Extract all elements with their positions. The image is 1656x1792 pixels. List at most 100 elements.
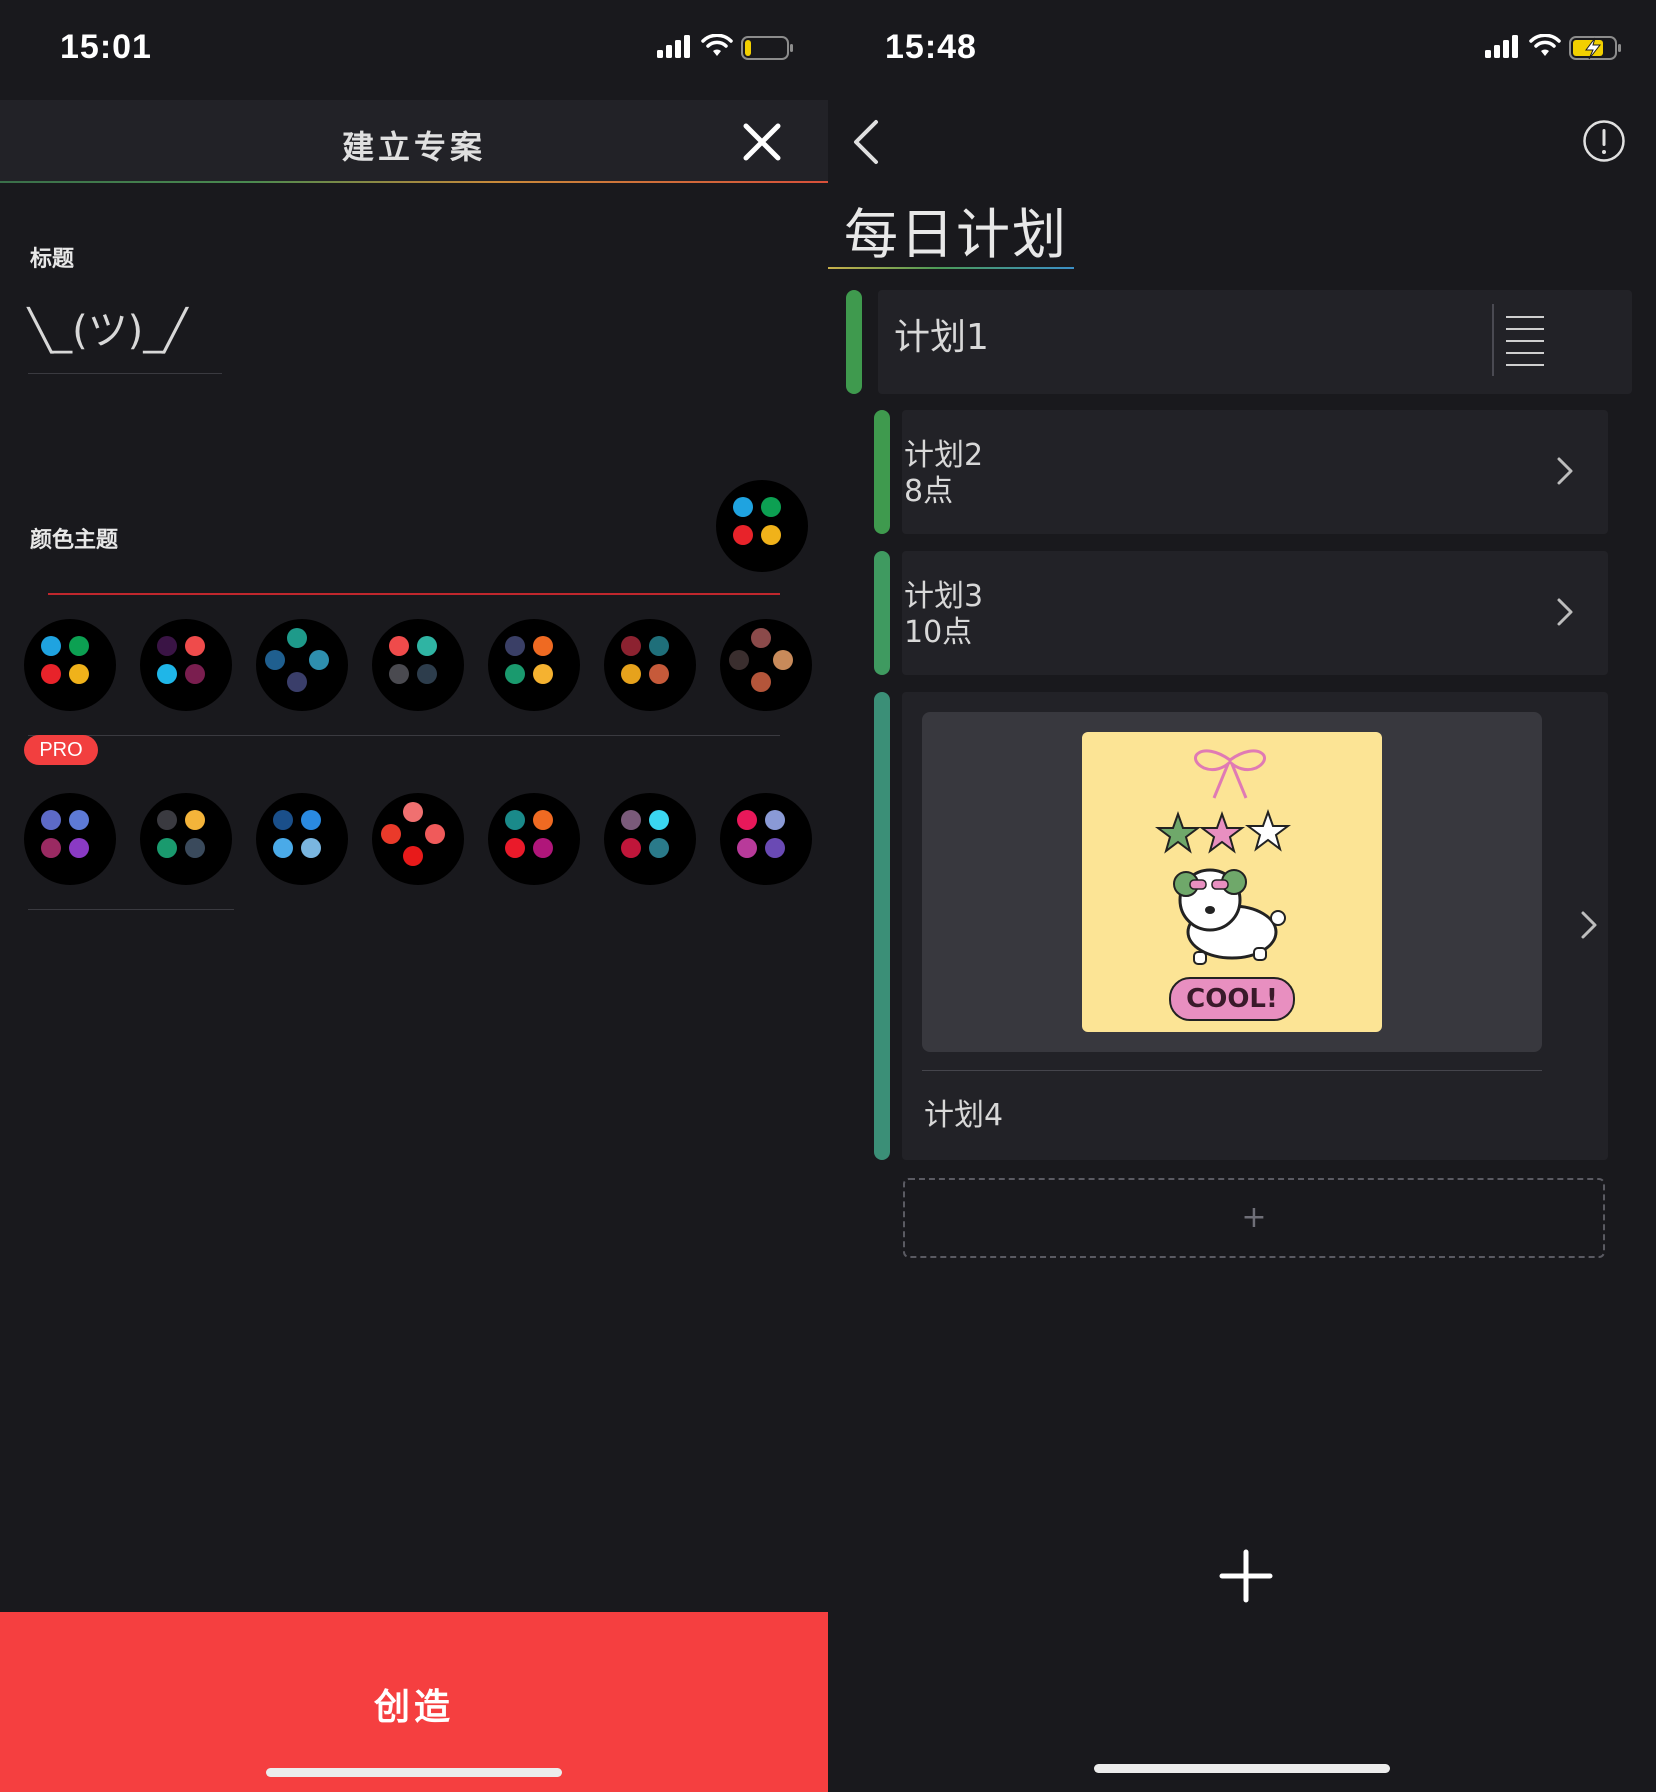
drag-handle-icon[interactable]: [1506, 316, 1544, 366]
create-button[interactable]: 创造: [0, 1612, 828, 1792]
theme-color-dot: [761, 497, 781, 517]
theme-color-dot: [773, 650, 793, 670]
plan-card[interactable]: 计划2 8点: [902, 410, 1608, 534]
info-icon[interactable]: [1582, 119, 1626, 163]
project-title: 每日计划: [844, 203, 1068, 266]
home-indicator: [266, 1768, 562, 1777]
create-project-screen: 15:01 建立专案 标题 ╲_(ツ)_╱ 颜色主题 PRO 创造: [0, 0, 828, 1792]
theme-color-dot: [649, 664, 669, 684]
chevron-right-icon: [1557, 598, 1573, 626]
theme-color-dot: [425, 824, 445, 844]
theme-color-dot: [533, 810, 553, 830]
theme-color-dot: [41, 810, 61, 830]
theme-color-dot: [733, 525, 753, 545]
drag-divider: [1492, 304, 1494, 376]
theme-color-dot: [301, 810, 321, 830]
color-theme-option[interactable]: [488, 619, 580, 711]
theme-color-dot: [157, 664, 177, 684]
color-theme-option[interactable]: [140, 793, 232, 885]
plan-subtitle: 10点: [904, 615, 973, 650]
color-theme-option[interactable]: [256, 793, 348, 885]
title-input[interactable]: ╲_(ツ)_╱: [28, 298, 187, 356]
theme-color-dot: [157, 636, 177, 656]
plan-image-divider: [922, 1070, 1542, 1071]
color-theme-option[interactable]: [720, 793, 812, 885]
theme-color-dot: [751, 672, 771, 692]
color-theme-label: 颜色主题: [30, 528, 119, 553]
theme-color-dot: [185, 636, 205, 656]
plan-group-card[interactable]: 计划1: [878, 290, 1632, 394]
color-theme-option[interactable]: [24, 619, 116, 711]
theme-color-dot: [533, 636, 553, 656]
status-bar: 15:01: [0, 0, 828, 100]
theme-color-dot: [41, 664, 61, 684]
color-theme-option[interactable]: [24, 793, 116, 885]
theme-color-dot: [761, 525, 781, 545]
theme-color-dot: [185, 664, 205, 684]
theme-color-dot: [185, 838, 205, 858]
plan-color-bar: [874, 410, 890, 534]
add-group-plus-icon[interactable]: [1218, 1548, 1274, 1604]
color-theme-option[interactable]: [720, 619, 812, 711]
battery-low-icon: [741, 36, 793, 60]
free-row-divider: [28, 735, 780, 736]
theme-color-dot: [649, 636, 669, 656]
theme-color-dot: [381, 824, 401, 844]
cellular-signal-icon: [1485, 35, 1518, 58]
theme-color-dot: [505, 664, 525, 684]
theme-color-dot: [621, 838, 641, 858]
pro-badge: PRO: [24, 735, 98, 765]
theme-color-dot: [287, 672, 307, 692]
theme-color-dot: [157, 838, 177, 858]
theme-color-dot: [69, 664, 89, 684]
theme-color-dot: [309, 650, 329, 670]
theme-color-dot: [265, 650, 285, 670]
chevron-right-icon: [1557, 457, 1573, 485]
battery-charging-icon: [1569, 36, 1621, 60]
status-bar: 15:48: [828, 0, 1656, 100]
back-chevron-icon[interactable]: [852, 118, 880, 166]
theme-color-dot: [649, 810, 669, 830]
theme-color-dot: [505, 838, 525, 858]
theme-color-dot: [41, 838, 61, 858]
plan-title: 计划1: [894, 317, 989, 358]
color-theme-option[interactable]: [488, 793, 580, 885]
theme-color-dot: [737, 810, 757, 830]
theme-color-dot: [69, 636, 89, 656]
color-theme-option[interactable]: [256, 619, 348, 711]
theme-color-dot: [729, 650, 749, 670]
add-plan-plus: +: [1241, 1200, 1267, 1235]
theme-color-dot: [649, 838, 669, 858]
theme-color-dot: [185, 810, 205, 830]
plan-card[interactable]: 计划3 10点: [902, 551, 1608, 675]
modal-header: 建立专案: [0, 100, 828, 183]
theme-color-dot: [751, 628, 771, 648]
plan-title: 计划3: [904, 579, 984, 614]
theme-color-dot: [389, 636, 409, 656]
plan-image-sticker: COOL!: [1082, 732, 1382, 1032]
status-time: 15:01: [60, 28, 152, 66]
theme-color-dot: [621, 664, 641, 684]
project-title-underline: [828, 267, 1074, 269]
add-plan-card[interactable]: +: [903, 1178, 1605, 1258]
color-theme-option[interactable]: [604, 619, 696, 711]
theme-color-dot: [533, 664, 553, 684]
plan-color-bar: [874, 551, 890, 675]
theme-color-dot: [765, 810, 785, 830]
close-icon[interactable]: [740, 120, 784, 164]
color-theme-option[interactable]: [604, 793, 696, 885]
theme-color-dot: [737, 838, 757, 858]
theme-color-dot: [287, 628, 307, 648]
daily-plan-screen: 15:48 每日计划 计划1 计划2 8点 计划3 10点 COOL! 计划4 …: [828, 0, 1656, 1792]
theme-color-dot: [41, 636, 61, 656]
theme-color-dot: [533, 838, 553, 858]
theme-color-dot: [621, 810, 641, 830]
theme-color-dot: [417, 664, 437, 684]
color-theme-option[interactable]: [372, 619, 464, 711]
color-theme-option[interactable]: [372, 793, 464, 885]
theme-color-dot: [273, 810, 293, 830]
color-theme-option[interactable]: [140, 619, 232, 711]
header-divider: [0, 181, 828, 183]
theme-color-dot: [157, 810, 177, 830]
theme-color-dot: [69, 810, 89, 830]
